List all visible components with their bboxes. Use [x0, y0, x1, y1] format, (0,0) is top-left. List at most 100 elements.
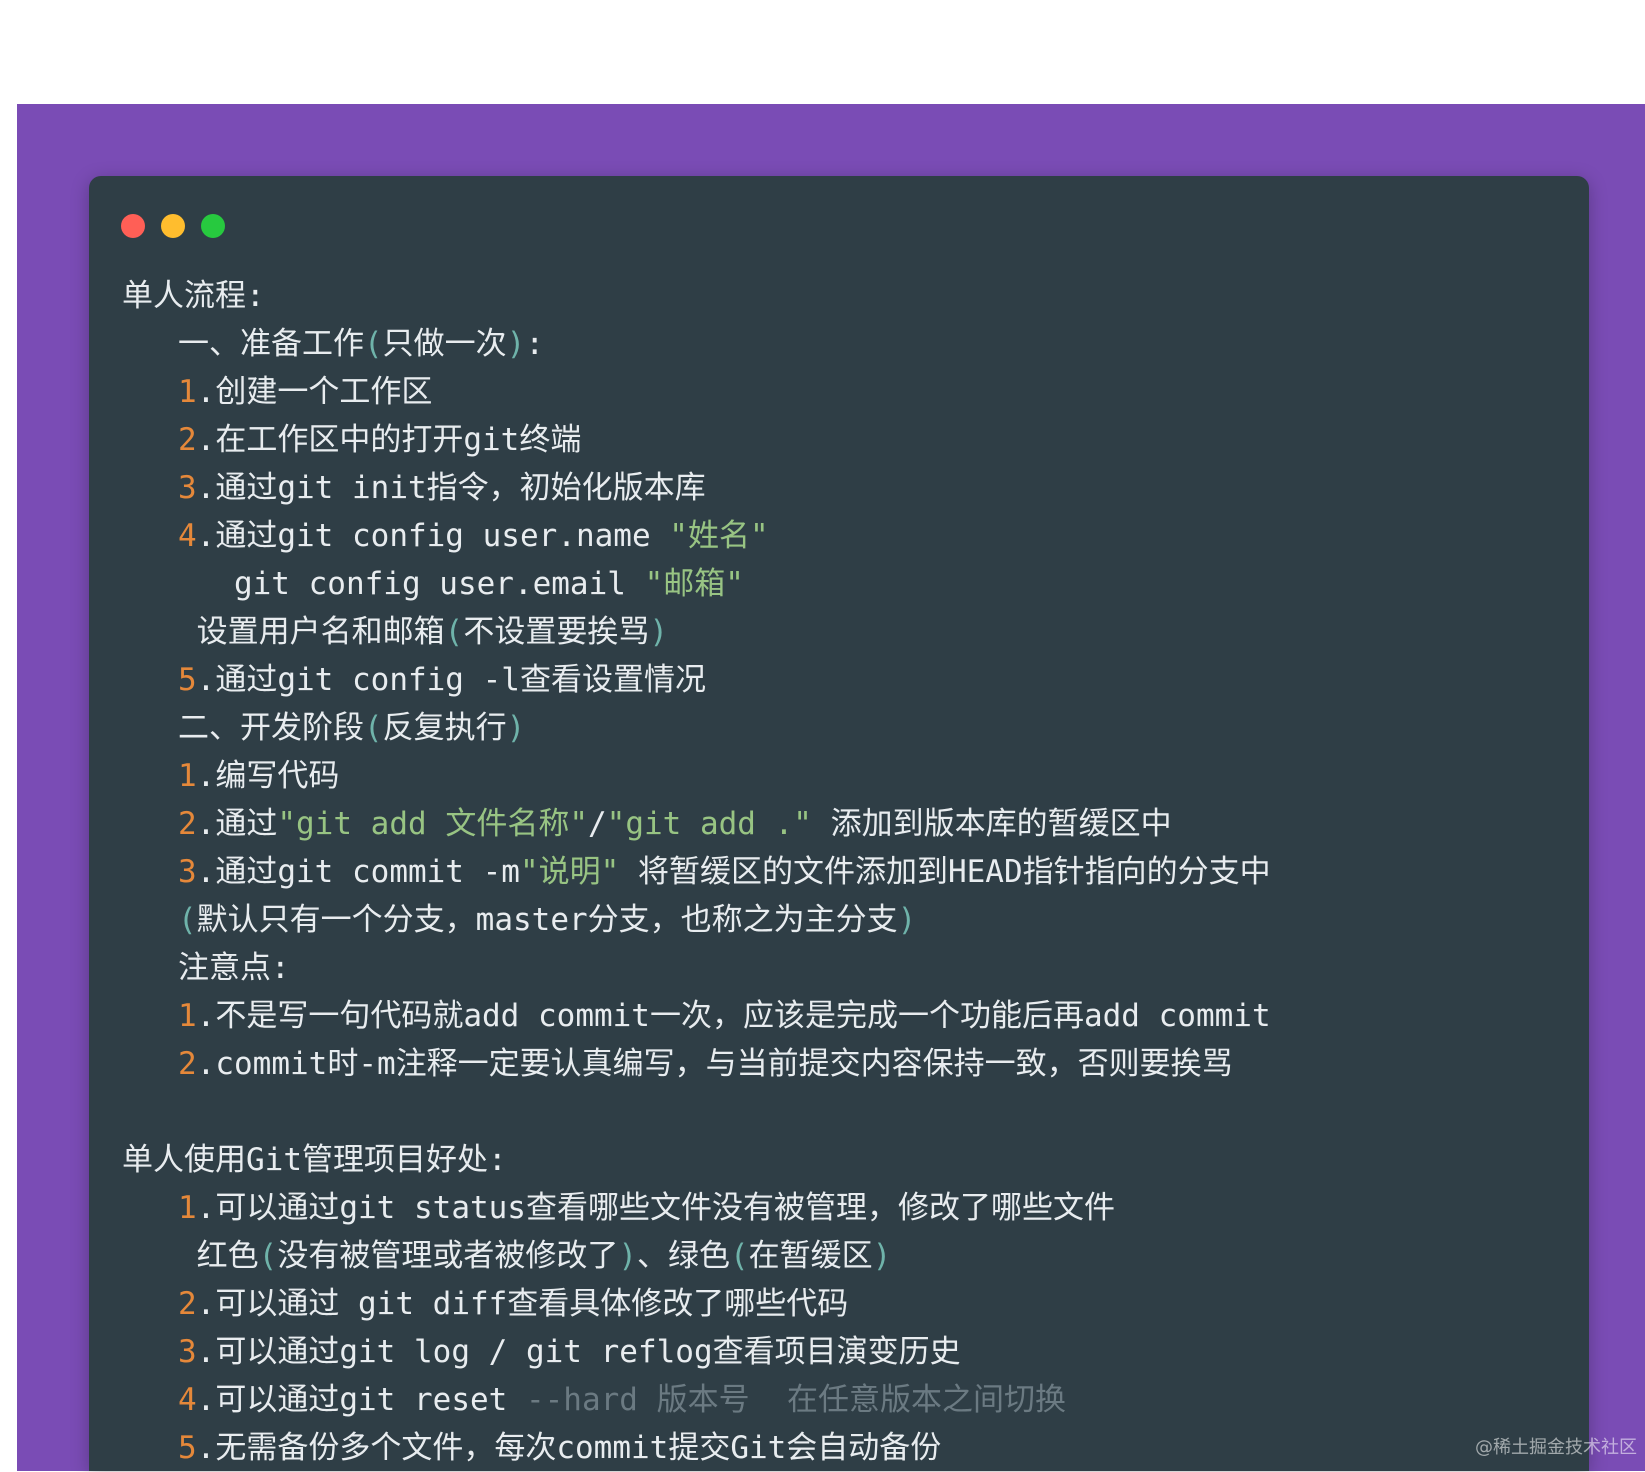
code-token: ( [364, 326, 383, 362]
code-line: 2.commit时-m注释一定要认真编写，与当前提交内容保持一致，否则要挨骂 [122, 1040, 1569, 1088]
code-token: 3 [178, 854, 197, 890]
code-token: 一、准备工作 [178, 326, 364, 362]
code-line: 3.可以通过git log / git reflog查看项目演变历史 [122, 1328, 1569, 1376]
code-token: 3 [178, 470, 197, 506]
code-line: git config user.email "邮箱" [122, 560, 1569, 608]
code-token: .通过 [197, 806, 278, 842]
code-token: .通过git commit -m [197, 854, 520, 890]
code-token: 在暂缓区 [749, 1238, 873, 1274]
code-token: 、绿色 [637, 1238, 730, 1274]
code-token: 单人流程: [122, 278, 265, 314]
code-line: 2.通过"git add 文件名称"/"git add ." 添加到版本库的暂缓… [122, 800, 1569, 848]
code-line: 1.可以通过git status查看哪些文件没有被管理，修改了哪些文件 [122, 1184, 1569, 1232]
code-token: .commit时-m注释一定要认真编写，与当前提交内容保持一致，否则要挨骂 [197, 1046, 1233, 1082]
code-indent [122, 1190, 178, 1226]
code-token: 2 [178, 806, 197, 842]
code-line: (默认只有一个分支，master分支，也称之为主分支) [122, 896, 1569, 944]
code-token: .可以通过 git diff查看具体修改了哪些代码 [197, 1286, 849, 1322]
maximize-dot-icon[interactable] [201, 214, 225, 238]
code-token: 红色 [197, 1238, 259, 1274]
code-line: 3.通过git init指令，初始化版本库 [122, 464, 1569, 512]
code-token: ) [649, 614, 668, 650]
code-line [122, 1088, 1569, 1136]
code-indent [122, 662, 178, 698]
code-token: ( [364, 710, 383, 746]
code-line: 3.通过git commit -m"说明" 将暂缓区的文件添加到HEAD指针指向… [122, 848, 1569, 896]
code-token: 不设置要挨骂 [463, 614, 649, 650]
code-token: ) [507, 710, 526, 746]
code-token: "说明" [520, 854, 619, 890]
code-token: 2 [178, 1286, 197, 1322]
code-token: "git add ." [607, 806, 812, 842]
code-line: 2.可以通过 git diff查看具体修改了哪些代码 [122, 1280, 1569, 1328]
code-indent [122, 1334, 178, 1370]
code-token: 单人使用Git管理项目好处: [122, 1142, 507, 1178]
code-token: 反复执行 [383, 710, 507, 746]
code-line: 1.编写代码 [122, 752, 1569, 800]
code-indent [122, 422, 178, 458]
code-line: 1.不是写一句代码就add commit一次，应该是完成一个功能后再add co… [122, 992, 1569, 1040]
code-indent [122, 326, 178, 362]
code-line: 二、开发阶段(反复执行) [122, 704, 1569, 752]
code-token: 只做一次 [383, 326, 507, 362]
code-token: .可以通过git reset [197, 1382, 526, 1418]
code-indent [122, 998, 178, 1034]
close-dot-icon[interactable] [121, 214, 145, 238]
code-token: : [525, 326, 544, 362]
window-controls [121, 214, 225, 238]
code-indent [122, 1430, 178, 1466]
code-token: 3 [178, 1334, 197, 1370]
watermark: @稀土掘金技术社区 [1475, 1433, 1637, 1459]
code-line: 4.可以通过git reset --hard 版本号 在任意版本之间切换 [122, 1376, 1569, 1424]
code-line: 单人使用Git管理项目好处: [122, 1136, 1569, 1184]
code-indent [122, 614, 197, 650]
code-token: "邮箱" [645, 566, 744, 602]
code-indent [122, 1238, 197, 1274]
code-indent [122, 518, 178, 554]
code-indent [122, 374, 178, 410]
code-token: ) [873, 1238, 892, 1274]
code-line: 1.创建一个工作区 [122, 368, 1569, 416]
code-indent [122, 470, 178, 506]
code-line: 5.无需备份多个文件，每次commit提交Git会自动备份 [122, 1424, 1569, 1472]
code-indent [122, 950, 178, 986]
code-token: ( [730, 1238, 749, 1274]
code-token: "姓名" [669, 518, 768, 554]
minimize-dot-icon[interactable] [161, 214, 185, 238]
code-token: 添加到版本库的暂缓区中 [812, 806, 1172, 842]
code-token: / [588, 806, 607, 842]
code-token: .可以通过git status查看哪些文件没有被管理，修改了哪些文件 [197, 1190, 1115, 1226]
code-token: .可以通过git log / git reflog查看项目演变历史 [197, 1334, 961, 1370]
code-window: 单人流程: 一、准备工作(只做一次): 1.创建一个工作区 2.在工作区中的打开… [89, 176, 1589, 1471]
code-line: 一、准备工作(只做一次): [122, 320, 1569, 368]
code-line: 2.在工作区中的打开git终端 [122, 416, 1569, 464]
code-token: .通过git config user.name [197, 518, 670, 554]
code-token: 4 [178, 518, 197, 554]
code-token: ( [178, 902, 197, 938]
code-token: ( [445, 614, 464, 650]
code-token: 没有被管理或者被修改了 [277, 1238, 618, 1274]
code-token: .在工作区中的打开git终端 [197, 422, 582, 458]
code-token: 1 [178, 998, 197, 1034]
code-line: 红色(没有被管理或者被修改了)、绿色(在暂缓区) [122, 1232, 1569, 1280]
code-indent [122, 806, 178, 842]
code-indent [122, 902, 178, 938]
code-indent [122, 710, 178, 746]
code-token: 1 [178, 758, 197, 794]
code-token: .通过git config -l查看设置情况 [197, 662, 706, 698]
code-token: 1 [178, 374, 197, 410]
code-indent [122, 854, 178, 890]
code-token: 2 [178, 1046, 197, 1082]
code-token: .创建一个工作区 [197, 374, 433, 410]
code-token: ( [259, 1238, 278, 1274]
code-line: 5.通过git config -l查看设置情况 [122, 656, 1569, 704]
code-token: 设置用户名和邮箱 [197, 614, 445, 650]
code-token: ) [507, 326, 526, 362]
code-token: ) [898, 902, 917, 938]
code-token: git config user.email [234, 566, 645, 602]
code-token: 4 [178, 1382, 197, 1418]
code-token: 二、开发阶段 [178, 710, 364, 746]
code-indent [122, 1382, 178, 1418]
code-token: .不是写一句代码就add commit一次，应该是完成一个功能后再add com… [197, 998, 1271, 1034]
code-token: --hard 版本号 在任意版本之间切换 [526, 1382, 1066, 1418]
